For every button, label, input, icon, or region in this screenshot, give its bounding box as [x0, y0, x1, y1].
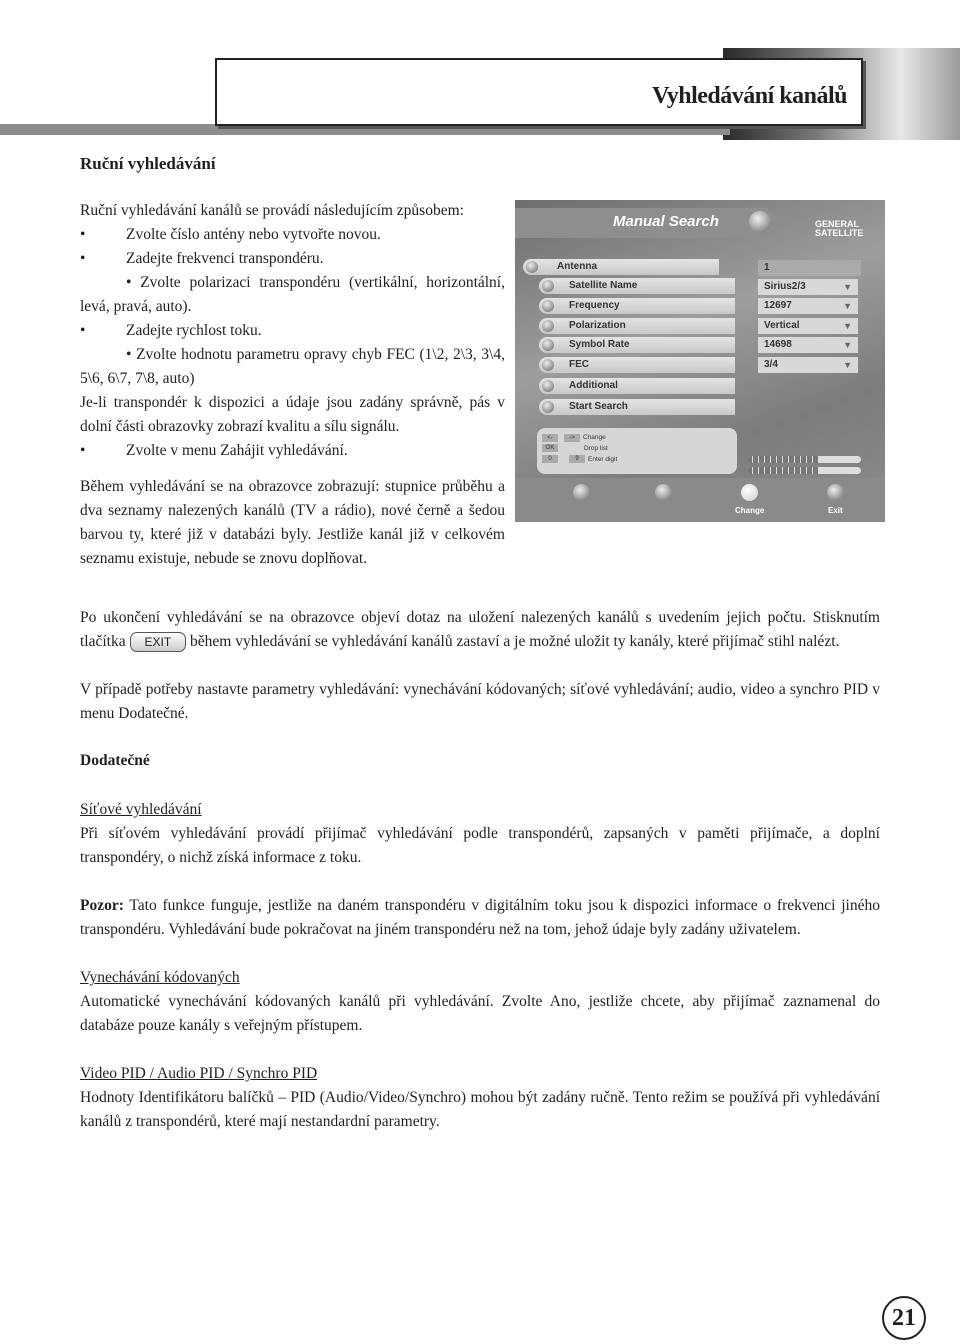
bullet-text: Zvolte polarizaci transpondéru (vertikál…: [80, 274, 505, 315]
antenna-value[interactable]: 1: [758, 260, 861, 276]
bullet: • Zvolte hodnotu parametru opravy chyb F…: [80, 346, 505, 387]
exit-button[interactable]: [827, 484, 844, 501]
manual-search-screenshot: Manual Search GENERAL SATELLITE Antenna S…: [515, 200, 885, 522]
bullet: • Zvolte polarizaci transpondéru (vertik…: [80, 271, 505, 319]
paragraph-exit: Po ukončení vyhledávání se na obrazovce …: [80, 606, 880, 654]
paragraph: Během vyhledávání se na obrazovce zobraz…: [80, 478, 505, 567]
menu-fec[interactable]: FEC: [539, 357, 735, 373]
intro: Ruční vyhledávání kanálů se provádí násl…: [80, 202, 464, 219]
screen-title: Manual Search: [613, 213, 719, 230]
change-button[interactable]: [741, 484, 758, 501]
bullet-orb-icon: [542, 280, 554, 292]
bullet-orb-icon: [542, 339, 554, 351]
subheading: Síťové vyhledávání: [80, 801, 202, 818]
change-label: Change: [735, 506, 765, 515]
footer-buttons: Change Exit: [515, 478, 885, 522]
menu-additional[interactable]: Additional: [539, 378, 735, 394]
red-button-icon[interactable]: [573, 484, 590, 501]
dropdown-arrow-icon: ▼: [843, 340, 852, 350]
menu-symbol-rate[interactable]: Symbol Rate: [539, 337, 735, 353]
note: Pozor: Tato funkce funguje, jestliže na …: [80, 897, 880, 938]
menu-start-search[interactable]: Start Search: [539, 399, 735, 415]
bullet-orb-icon: [542, 320, 554, 332]
instructions: Ruční vyhledávání kanálů se provádí násl…: [80, 199, 505, 571]
subheading: Video PID / Audio PID / Synchro PID: [80, 1065, 318, 1082]
paragraph: Při síťovém vyhledávání provádí přijímač…: [80, 825, 880, 866]
menu-antenna[interactable]: Antenna: [523, 259, 719, 275]
signal-strength-bar: [747, 467, 861, 474]
bullet-orb-icon: [542, 401, 554, 413]
brand-logo: GENERAL SATELLITE: [815, 219, 864, 238]
bullet-orb-icon: [542, 380, 554, 392]
dropdown-arrow-icon: ▼: [843, 321, 852, 331]
bullet-orb-icon: [542, 359, 554, 371]
frequency-select[interactable]: 12697 ▼: [758, 298, 858, 314]
bullet: Zvolte číslo antény nebo vytvořte novou.: [80, 223, 505, 247]
dropdown-arrow-icon: ▼: [843, 282, 852, 292]
page-number: 21: [882, 1296, 926, 1340]
paragraph-params: V případě potřeby nastavte parametry vyh…: [80, 681, 880, 722]
subheading: Vynechávání kódovaných: [80, 969, 240, 986]
menu-polarization[interactable]: Polarization: [539, 318, 735, 334]
menu-satellite-name[interactable]: Satellite Name: [539, 278, 735, 294]
paragraph: Hodnoty Identifikátoru balíčků – PID (Au…: [80, 1089, 880, 1130]
menu-frequency[interactable]: Frequency: [539, 298, 735, 314]
bullet: Zvolte v menu Zahájit vyhledávání.: [80, 439, 505, 463]
bullet: Zadejte rychlost toku.: [80, 319, 505, 343]
paragraph: Automatické vynechávání kódovaných kanál…: [80, 993, 880, 1034]
section-heading: Ruční vyhledávání: [80, 154, 216, 173]
chapter-title: Vyhledávání kanálů: [652, 83, 847, 109]
fec-select[interactable]: 3/4 ▼: [758, 357, 858, 373]
polarization-select[interactable]: Vertical ▼: [758, 318, 858, 334]
section-heading: Dodatečné: [80, 752, 150, 769]
satellite-select[interactable]: Sirius2/3 ▼: [758, 279, 858, 295]
dropdown-arrow-icon: ▼: [843, 360, 852, 370]
symbol-rate-select[interactable]: 14698 ▼: [758, 337, 858, 353]
bullet-text: Zvolte hodnotu parametru opravy chyb FEC…: [80, 346, 505, 387]
signal-quality-bar: [747, 456, 861, 463]
key-help-panel: <- -> Change OK Drop list 0 9 Enter digi…: [537, 428, 737, 474]
exit-label: Exit: [828, 506, 843, 515]
header-box: Vyhledávání kanálů: [215, 58, 863, 126]
dropdown-arrow-icon: ▼: [843, 301, 852, 311]
bullet-orb-icon: [526, 261, 538, 273]
bullet: Zadejte frekvenci transpondéru.: [80, 247, 505, 271]
exit-key-icon: EXIT: [129, 632, 187, 653]
bullet-orb-icon: [542, 300, 554, 312]
paragraph: Je-li transpondér k dispozici a údaje js…: [80, 394, 505, 435]
green-button-icon[interactable]: [655, 484, 672, 501]
section-additional: Síťové vyhledávání Při síťovém vyhledává…: [80, 798, 880, 1134]
orb-icon: [749, 211, 771, 233]
